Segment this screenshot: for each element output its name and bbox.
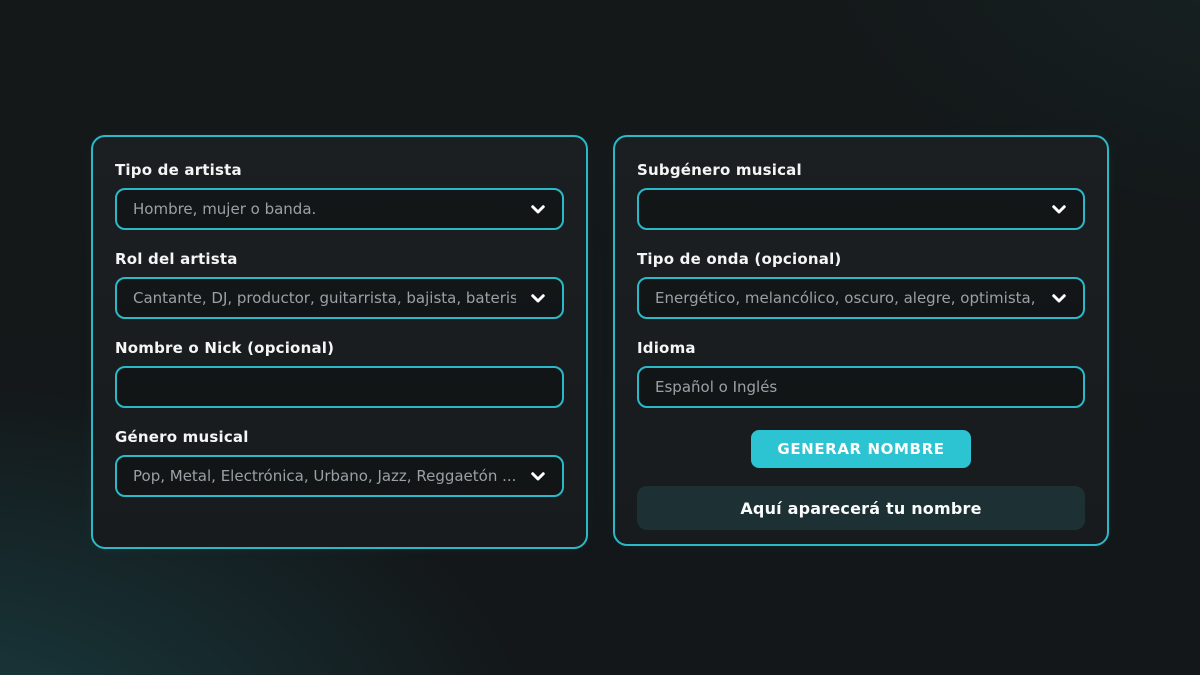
music-genre-label: Género musical (115, 428, 564, 446)
artist-role-select[interactable]: Cantante, DJ, productor, guitarrista, ba… (115, 277, 564, 319)
field-music-genre: Género musical Pop, Metal, Electrónica, … (115, 428, 564, 497)
artist-type-select[interactable]: Hombre, mujer o banda. (115, 188, 564, 230)
field-artist-type: Tipo de artista Hombre, mujer o banda. (115, 161, 564, 230)
field-nickname: Nombre o Nick (opcional) (115, 339, 564, 408)
result-box: Aquí aparecerá tu nombre (637, 486, 1085, 530)
artist-role-value: Cantante, DJ, productor, guitarrista, ba… (133, 289, 516, 307)
actions-row: GENERAR NOMBRE (637, 430, 1085, 468)
result-text: Aquí aparecerá tu nombre (740, 499, 981, 518)
chevron-down-icon (1050, 200, 1068, 218)
artist-type-value: Hombre, mujer o banda. (133, 200, 316, 218)
generate-name-button[interactable]: GENERAR NOMBRE (751, 430, 970, 468)
artist-name-generator-screen: Tipo de artista Hombre, mujer o banda. R… (0, 0, 1200, 675)
chevron-down-icon (529, 289, 547, 307)
language-input[interactable] (655, 368, 1067, 406)
field-music-subgenre: Subgénero musical (637, 161, 1085, 230)
artist-role-label: Rol del artista (115, 250, 564, 268)
field-artist-role: Rol del artista Cantante, DJ, productor,… (115, 250, 564, 319)
music-subgenre-select[interactable] (637, 188, 1085, 230)
language-input-wrap (637, 366, 1085, 408)
language-label: Idioma (637, 339, 1085, 357)
chevron-down-icon (529, 467, 547, 485)
music-subgenre-label: Subgénero musical (637, 161, 1085, 179)
nickname-input-wrap (115, 366, 564, 408)
nickname-label: Nombre o Nick (opcional) (115, 339, 564, 357)
field-vibe-type: Tipo de onda (opcional) Energético, mela… (637, 250, 1085, 319)
panel-artist-basics: Tipo de artista Hombre, mujer o banda. R… (91, 135, 588, 549)
nickname-input[interactable] (133, 368, 546, 406)
field-language: Idioma (637, 339, 1085, 408)
music-genre-value: Pop, Metal, Electrónica, Urbano, Jazz, R… (133, 467, 516, 485)
chevron-down-icon (529, 200, 547, 218)
vibe-type-label: Tipo de onda (opcional) (637, 250, 1085, 268)
vibe-type-select[interactable]: Energético, melancólico, oscuro, alegre,… (637, 277, 1085, 319)
music-genre-select[interactable]: Pop, Metal, Electrónica, Urbano, Jazz, R… (115, 455, 564, 497)
form-panels: Tipo de artista Hombre, mujer o banda. R… (91, 135, 1109, 549)
vibe-type-value: Energético, melancólico, oscuro, alegre,… (655, 289, 1037, 307)
chevron-down-icon (1050, 289, 1068, 307)
artist-type-label: Tipo de artista (115, 161, 564, 179)
panel-artist-details: Subgénero musical Tipo de onda (opcional… (613, 135, 1109, 546)
